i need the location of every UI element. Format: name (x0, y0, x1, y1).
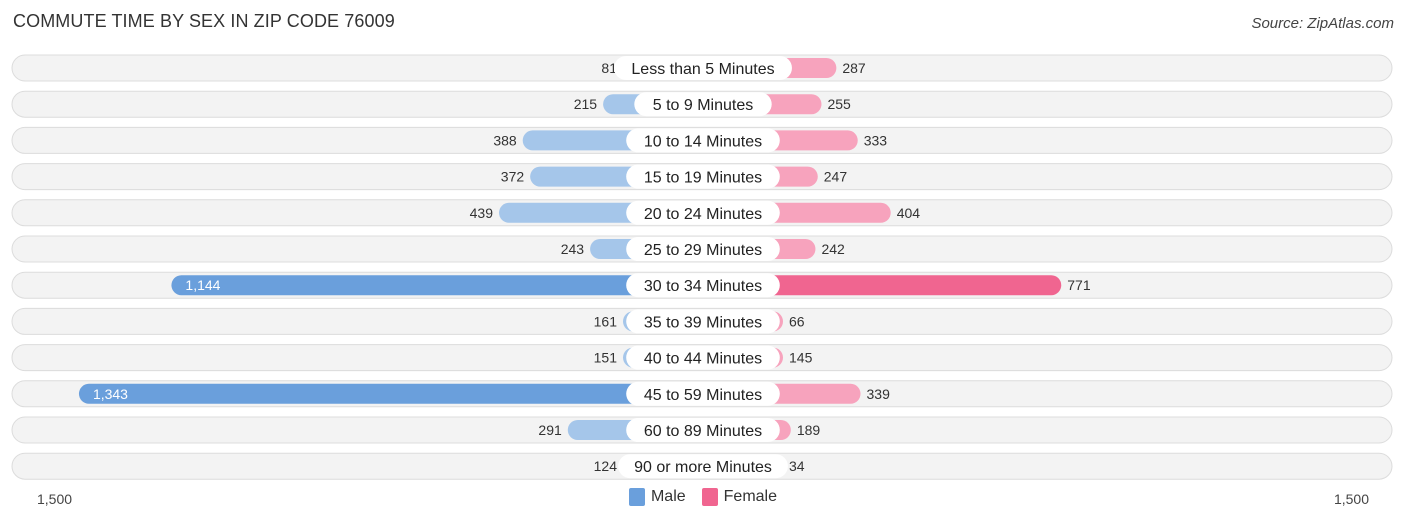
chart-row: 161 66 35 to 39 Minutes (11, 307, 1393, 335)
category-label: Less than 5 Minutes (631, 61, 774, 78)
value-label-male: 439 (470, 205, 494, 221)
value-label-female: 339 (867, 386, 891, 402)
category-label: 5 to 9 Minutes (653, 97, 754, 114)
category-label: 30 to 34 Minutes (644, 278, 762, 295)
legend-swatch-male (628, 488, 645, 506)
bar-male[interactable] (78, 383, 716, 404)
chart-row: 81 287Less than 5 Minutes (11, 54, 1393, 82)
category-label: 20 to 24 Minutes (644, 206, 762, 223)
value-label-male: 124 (594, 458, 618, 474)
value-label-male: 215 (574, 96, 598, 112)
category-label: 40 to 44 Minutes (644, 351, 762, 368)
category-label: 25 to 29 Minutes (644, 242, 762, 259)
value-label-male: 243 (561, 241, 585, 257)
value-label-female: 242 (821, 241, 845, 257)
legend-label-male: Male (650, 488, 686, 505)
chart-row: 291 189 60 to 89 Minutes (11, 416, 1393, 444)
commute-chart: 81 287Less than 5 Minutes215 2555 to 9 Min… (11, 54, 1393, 507)
legend-item-female[interactable]: Female (701, 488, 778, 506)
chart-row: 372 247 15 to 19 Minutes (11, 163, 1393, 191)
category-label: 60 to 89 Minutes (644, 423, 762, 440)
value-label-male: 1,144 (185, 277, 220, 293)
value-label-female: 247 (824, 169, 848, 185)
value-label-male: 1,343 (93, 386, 128, 402)
chart-row: 124 34 90 or more Minutes (11, 452, 1393, 480)
value-label-female: 333 (864, 132, 888, 148)
value-label-female: 34 (789, 458, 805, 474)
value-label-female: 66 (789, 313, 805, 329)
legend-swatch-female (701, 488, 718, 506)
value-label-male: 372 (501, 169, 525, 185)
value-label-male: 388 (493, 132, 517, 148)
chart-row: 151 145 40 to 44 Minutes (11, 344, 1393, 372)
chart-row: 215 255 5 to 9 Minutes (11, 90, 1393, 118)
chart-row: 1,343 339 45 to 59 Minutes (11, 380, 1393, 408)
legend-label-female: Female (723, 488, 778, 505)
legend: Male Female (0, 488, 1406, 506)
legend-item-male[interactable]: Male (628, 488, 686, 506)
chart-row: 388 333 10 to 14 Minutes (11, 126, 1393, 154)
value-label-male: 151 (594, 350, 618, 366)
value-label-female: 771 (1067, 277, 1091, 293)
value-label-female: 189 (797, 422, 821, 438)
category-label: 90 or more Minutes (634, 459, 772, 476)
category-label: 15 to 19 Minutes (644, 170, 762, 187)
category-label: 45 to 59 Minutes (644, 387, 762, 404)
value-label-male: 291 (538, 422, 562, 438)
chart-row: 439 404 20 to 24 Minutes (11, 199, 1393, 227)
category-label: 35 to 39 Minutes (644, 314, 762, 331)
chart-row: 1,144 771 30 to 34 Minutes (11, 271, 1393, 299)
category-label: 10 to 14 Minutes (644, 133, 762, 150)
chart-row: 243 242 25 to 29 Minutes (11, 235, 1393, 263)
value-label-female: 145 (789, 350, 813, 366)
value-label-female: 404 (897, 205, 921, 221)
value-label-female: 255 (827, 96, 851, 112)
value-label-male: 161 (594, 313, 618, 329)
value-label-female: 287 (842, 60, 866, 76)
